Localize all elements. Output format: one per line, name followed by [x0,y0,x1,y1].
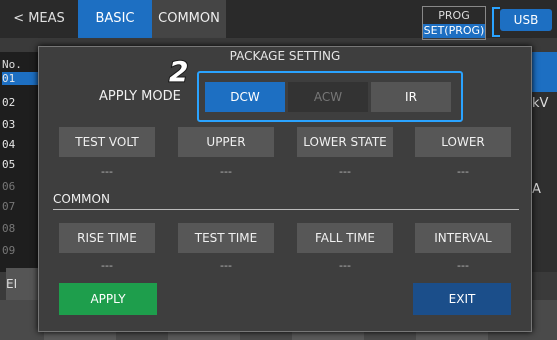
mode-ir-button[interactable]: IR [371,82,451,112]
list-row[interactable]: 05 [2,158,15,171]
list-row[interactable]: 03 [2,118,15,131]
set-prog-label: SET(PROG) [423,24,485,38]
usb-bracket-icon [492,7,500,37]
test-volt-value: --- [101,165,113,178]
exit-button[interactable]: EXIT [413,283,511,315]
apply-mode-label: APPLY MODE [99,89,181,104]
list-row[interactable]: 09 [2,244,15,257]
rise-time-value: --- [101,259,113,272]
kv-unit-label: kV [532,96,549,111]
right-panel-header [528,52,557,92]
test-time-button[interactable]: TEST TIME [178,223,274,253]
usb-button[interactable]: USB [500,9,552,31]
rise-time-button[interactable]: RISE TIME [59,223,155,253]
lower-button[interactable]: LOWER [415,127,511,157]
lower-value: --- [457,165,469,178]
list-row[interactable]: 04 [2,138,15,151]
test-volt-button[interactable]: TEST VOLT [59,127,155,157]
step-number-badge: 2 [168,54,190,89]
lower-state-button[interactable]: LOWER STATE [297,127,393,157]
list-row[interactable]: 02 [2,96,15,109]
apply-button[interactable]: APPLY [59,283,157,315]
lower-state-value: --- [339,165,351,178]
no-column-header: No. [2,58,22,71]
prog-label: PROG [438,9,470,22]
a-unit-label: A [532,182,541,197]
tab-basic[interactable]: BASIC [78,0,152,38]
list-row[interactable]: 07 [2,200,15,213]
list-row[interactable]: 08 [2,222,15,235]
mode-dcw-button[interactable]: DCW [205,82,285,112]
test-time-value: --- [220,259,232,272]
fall-time-value: --- [339,259,351,272]
upper-value: --- [220,165,232,178]
dialog-title: PACKAGE SETTING [229,49,341,63]
meas-back-tab[interactable]: < MEAS [0,0,78,38]
upper-button[interactable]: UPPER [178,127,274,157]
interval-button[interactable]: INTERVAL [415,223,511,253]
prog-indicator: PROG SET(PROG) [422,6,486,40]
interval-value: --- [457,259,469,272]
common-section-label: COMMON [53,192,110,206]
mode-acw-button[interactable]: ACW [288,82,368,112]
section-divider [53,209,519,210]
fall-time-button[interactable]: FALL TIME [297,223,393,253]
top-bar: < MEAS BASIC COMMON PROG SET(PROG) USB [0,0,557,40]
tab-common[interactable]: COMMON [152,0,226,38]
package-setting-dialog: PACKAGE SETTING 2 APPLY MODE DCW ACW IR … [38,46,532,332]
list-row[interactable]: 06 [2,180,15,193]
